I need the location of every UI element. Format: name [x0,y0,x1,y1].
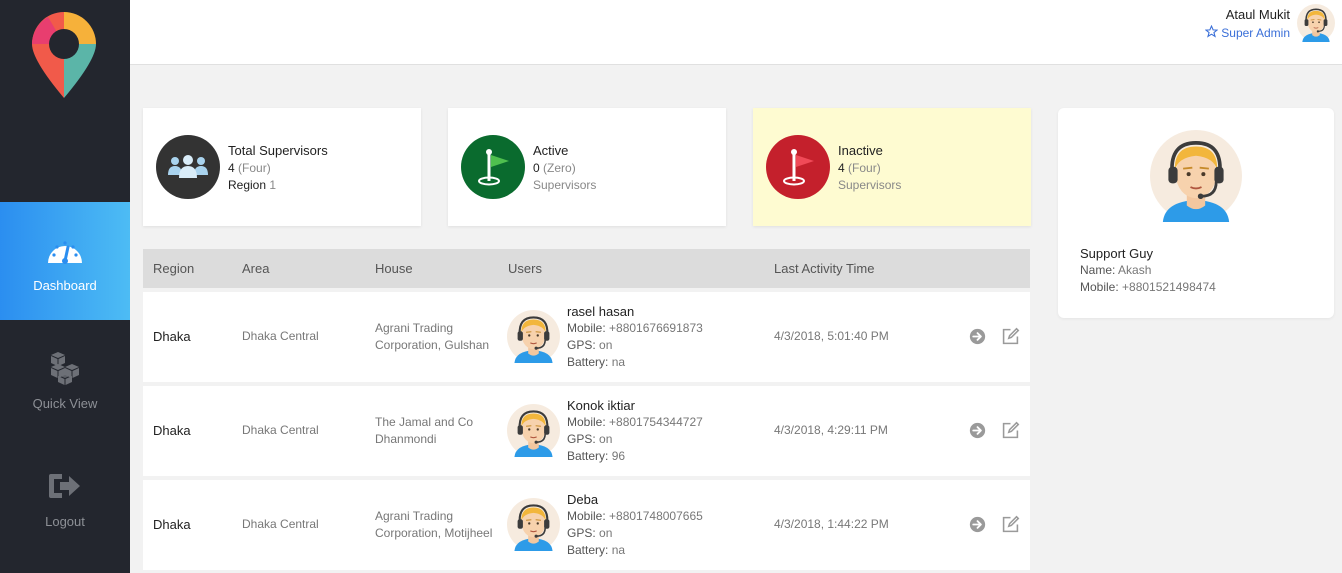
user-name: Ataul Mukit [1225,7,1290,22]
edit-icon[interactable] [1001,327,1020,346]
active-card: Active 0 (Zero) Supervisors [448,108,726,226]
sidebar-item-quick-view[interactable]: Quick View [0,320,130,438]
cell-area: Dhaka Central [242,517,319,531]
user-mobile: +8801754344727 [609,415,703,429]
top-header: Ataul Mukit Super Admin [130,0,1342,65]
user-battery: na [611,543,626,557]
cell-region: Dhaka [153,423,191,438]
table-row: Dhaka Dhaka Central Agrani Trading Corpo… [143,480,1030,570]
edit-icon[interactable] [1001,421,1020,440]
avatar[interactable] [1296,4,1336,42]
cell-user: Deba Mobile: +8801748007665 GPS: on Batt… [567,492,703,557]
inactive-card: Inactive 4 (Four) Supervisors [753,108,1031,226]
card-title: Active [533,143,569,158]
card-region: Region 1 [228,178,277,192]
support-title: Support Guy [1080,246,1153,261]
user-role-label: Super Admin [1221,26,1290,40]
cell-area: Dhaka Central [242,329,319,343]
user-mobile: +8801748007665 [609,509,703,523]
card-subtitle: Supervisors [533,178,597,192]
cell-last-activity: 4/3/2018, 4:29:11 PM [774,423,888,437]
user-gps: on [599,338,613,352]
app-logo[interactable] [28,8,100,100]
sidebar-item-dashboard[interactable]: Dashboard [0,202,130,320]
card-subtitle: Supervisors [838,178,902,192]
green-flag-icon [461,135,525,199]
table-row: Dhaka Dhaka Central Agrani Trading Corpo… [143,292,1030,382]
cell-house: Agrani Trading Corporation, Gulshan [375,321,490,352]
sidebar: Dashboard Quick View Logout [0,0,130,573]
user-role: Super Admin [1204,24,1290,41]
total-supervisors-card: Total Supervisors 4 (Four) Region 1 [143,108,421,226]
arrow-right-circle-icon[interactable] [969,328,986,345]
cell-house: The Jamal and Co Dhanmondi [375,415,474,446]
cell-area: Dhaka Central [242,423,319,437]
cell-house: Agrani Trading Corporation, Motijheel [375,509,493,540]
user-name: Konok iktiar [567,398,635,413]
arrow-right-circle-icon[interactable] [969,516,986,533]
avatar [1150,130,1242,222]
user-battery: 96 [611,449,626,463]
table-row: Dhaka Dhaka Central The Jamal and Co Dha… [143,386,1030,476]
star-icon [1204,24,1219,41]
user-battery: na [611,355,626,369]
cell-user: Konok iktiar Mobile: +8801754344727 GPS:… [567,398,703,463]
users-group-icon [156,135,220,199]
support-card: Support Guy Name: Akash Mobile: +8801521… [1058,108,1334,318]
logout-icon [45,466,85,506]
card-count: 4 (Four) [838,161,881,175]
column-header-users: Users [508,261,542,276]
support-mobile: Mobile: +8801521498474 [1080,280,1216,294]
table-header: Region Area House Users Last Activity Ti… [143,249,1030,288]
support-name: Name: Akash [1080,263,1152,277]
column-header-house: House [375,261,413,276]
speedometer-icon [45,230,85,270]
sidebar-item-label: Logout [45,513,85,529]
avatar [507,310,560,363]
user-gps: on [599,526,613,540]
sidebar-item-logout[interactable]: Logout [0,438,130,556]
column-header-area: Area [242,261,270,276]
user-gps: on [599,432,613,446]
card-title: Total Supervisors [228,143,328,158]
red-flag-icon [766,135,830,199]
card-count: 4 (Four) [228,161,271,175]
cell-region: Dhaka [153,329,191,344]
avatar [507,498,560,551]
user-name: rasel hasan [567,304,635,319]
cubes-icon [45,348,85,388]
user-mobile: +8801676691873 [609,321,703,335]
cell-last-activity: 4/3/2018, 5:01:40 PM [774,329,889,343]
cell-last-activity: 4/3/2018, 1:44:22 PM [774,517,889,531]
edit-icon[interactable] [1001,515,1020,534]
sidebar-item-label: Quick View [32,395,98,411]
arrow-right-circle-icon[interactable] [969,422,986,439]
user-name: Deba [567,492,599,507]
user-menu[interactable]: Ataul Mukit Super Admin [1204,7,1290,41]
cell-region: Dhaka [153,517,191,532]
column-header-region: Region [153,261,195,276]
card-count: 0 (Zero) [533,161,576,175]
avatar [507,404,560,457]
sidebar-item-label: Dashboard [33,277,97,293]
card-title: Inactive [838,143,883,158]
cell-user: rasel hasan Mobile: +8801676691873 GPS: … [567,304,703,369]
column-header-last-activity: Last Activity Time [774,261,875,276]
